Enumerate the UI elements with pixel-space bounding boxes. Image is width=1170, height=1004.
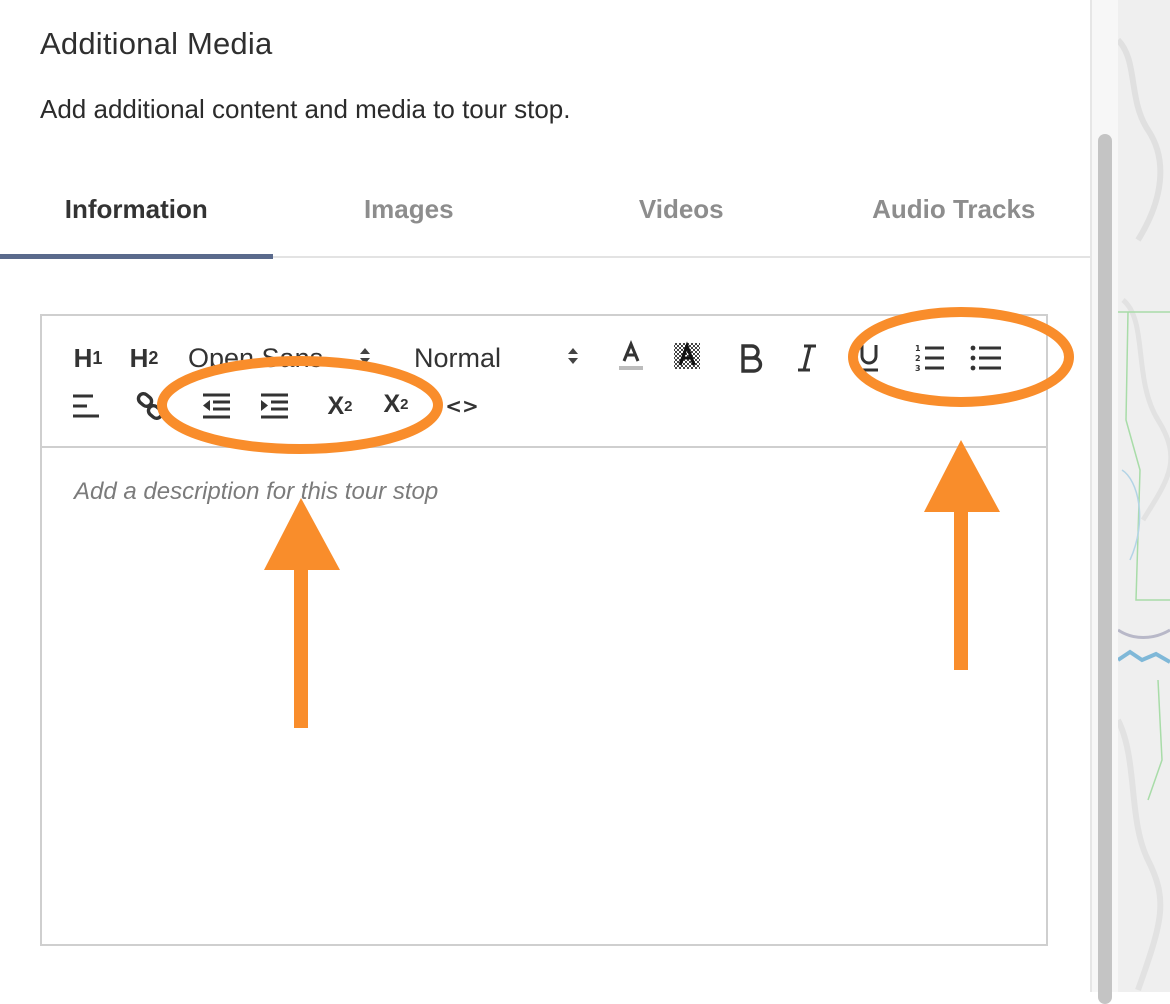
superscript-label: X: [383, 389, 401, 418]
panel-title: Additional Media: [40, 26, 273, 61]
italic-icon[interactable]: [790, 340, 824, 376]
tab-audio-tracks[interactable]: Audio Tracks: [818, 180, 1091, 256]
subscript-label: X: [327, 391, 345, 420]
heading-2-button[interactable]: H2: [124, 340, 164, 376]
heading-1-label: H: [73, 342, 93, 373]
bullet-list-icon[interactable]: [968, 340, 1004, 376]
superscript-icon[interactable]: X2: [376, 386, 416, 422]
editor-placeholder: Add a description for this tour stop: [74, 478, 439, 505]
align-icon[interactable]: [68, 388, 104, 424]
text-color-icon[interactable]: [614, 338, 648, 376]
tab-images[interactable]: Images: [273, 180, 546, 256]
background-color-icon[interactable]: [670, 338, 704, 376]
size-picker[interactable]: Normal: [414, 340, 544, 376]
heading-1-button[interactable]: H1: [68, 340, 108, 376]
link-icon[interactable]: [132, 388, 168, 424]
heading-1-sub: 1: [92, 347, 103, 368]
additional-media-panel: Additional Media Add additional content …: [0, 0, 1090, 992]
underline-icon[interactable]: [852, 340, 886, 376]
heading-2-sub: 2: [148, 347, 159, 368]
svg-text:3: 3: [915, 364, 921, 373]
tab-videos[interactable]: Videos: [545, 180, 818, 256]
panel-subtitle: Add additional content and media to tour…: [40, 94, 571, 124]
superscript-sup: 2: [400, 395, 409, 413]
rich-text-editor: H1 H2 Open Sans Normal 1 2 3 X 2 X 2 <> …: [40, 314, 1048, 946]
font-picker-arrows-icon[interactable]: [358, 344, 372, 373]
svg-text:1: 1: [915, 344, 921, 353]
tab-information[interactable]: Information: [0, 180, 273, 259]
ordered-list-icon[interactable]: 1 2 3: [912, 340, 948, 376]
editor-toolbar: H1 H2 Open Sans Normal 1 2 3 X 2 X 2 <>: [42, 316, 1046, 448]
editor-content[interactable]: Add a description for this tour stop: [42, 448, 1046, 944]
map-background[interactable]: [1118, 0, 1170, 992]
subscript-icon[interactable]: X2: [320, 388, 360, 424]
size-picker-arrows-icon[interactable]: [566, 344, 580, 373]
indent-decrease-icon[interactable]: [198, 388, 234, 424]
bold-icon[interactable]: [734, 340, 768, 376]
svg-text:2: 2: [915, 354, 921, 363]
media-tabs: Information Images Videos Audio Tracks: [0, 180, 1091, 259]
code-icon[interactable]: <>: [444, 388, 480, 424]
scrollbar-thumb[interactable]: [1098, 134, 1112, 1004]
font-picker[interactable]: Open Sans: [188, 340, 338, 376]
indent-increase-icon[interactable]: [256, 388, 292, 424]
heading-2-label: H: [129, 342, 149, 373]
subscript-sub: 2: [344, 397, 353, 415]
